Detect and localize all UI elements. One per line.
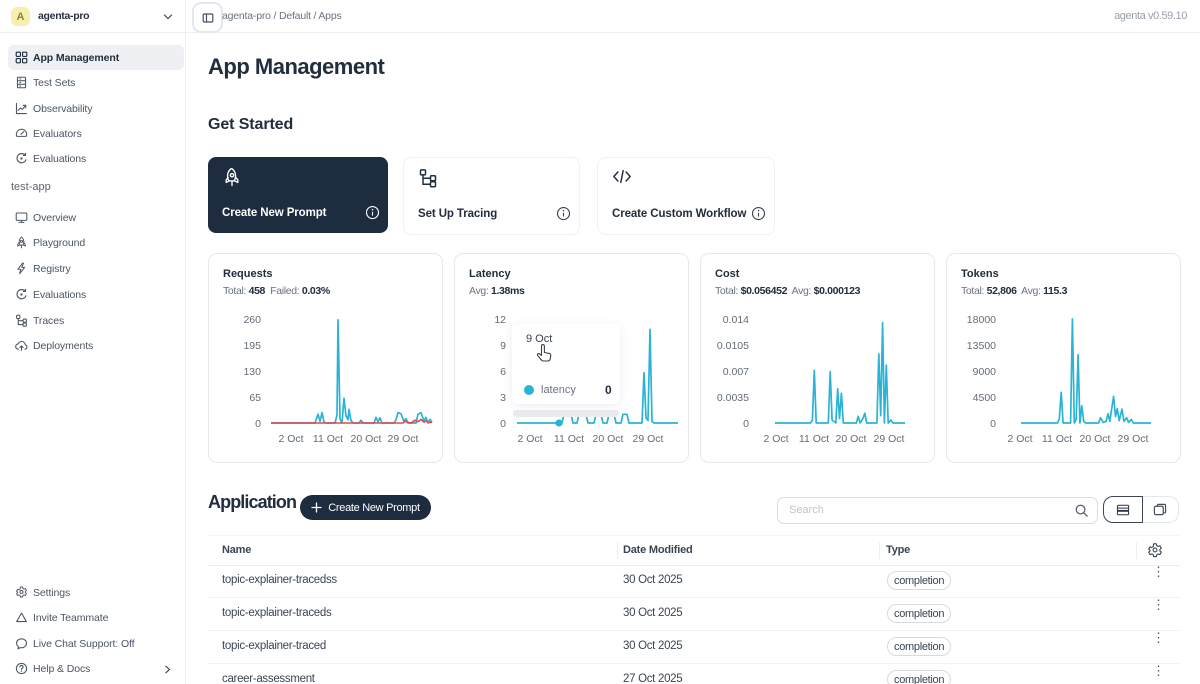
svg-text:4500: 4500	[973, 392, 997, 404]
svg-text:195: 195	[243, 340, 261, 352]
svg-text:65: 65	[249, 392, 261, 404]
svg-text:9000: 9000	[973, 366, 997, 378]
svg-text:0.0105: 0.0105	[717, 340, 749, 352]
svg-text:0.0035: 0.0035	[717, 392, 749, 404]
svg-text:0.014: 0.014	[723, 314, 749, 326]
svg-text:29 Oct: 29 Oct	[633, 433, 664, 445]
svg-text:130: 130	[243, 366, 261, 378]
svg-text:2 Oct: 2 Oct	[517, 433, 542, 445]
svg-text:11 Oct: 11 Oct	[1042, 433, 1072, 445]
svg-text:2 Oct: 2 Oct	[278, 433, 303, 445]
svg-text:20 Oct: 20 Oct	[593, 433, 624, 445]
svg-text:260: 260	[243, 314, 261, 326]
svg-text:11 Oct: 11 Oct	[554, 433, 584, 445]
svg-text:11 Oct: 11 Oct	[799, 433, 829, 445]
svg-text:0: 0	[990, 418, 996, 430]
svg-text:29 Oct: 29 Oct	[874, 433, 905, 445]
svg-text:0: 0	[500, 418, 506, 430]
svg-text:13500: 13500	[967, 340, 996, 352]
svg-text:20 Oct: 20 Oct	[1080, 433, 1111, 445]
svg-text:11 Oct: 11 Oct	[313, 433, 343, 445]
svg-text:29 Oct: 29 Oct	[388, 433, 419, 445]
svg-text:12: 12	[494, 314, 506, 326]
svg-text:20 Oct: 20 Oct	[351, 433, 382, 445]
svg-text:2 Oct: 2 Oct	[763, 433, 788, 445]
svg-text:3: 3	[500, 392, 506, 404]
svg-text:20 Oct: 20 Oct	[836, 433, 867, 445]
svg-text:0: 0	[255, 418, 261, 430]
svg-text:18000: 18000	[967, 314, 996, 326]
svg-text:29 Oct: 29 Oct	[1118, 433, 1149, 445]
svg-text:9: 9	[500, 340, 506, 352]
svg-text:6: 6	[500, 366, 506, 378]
svg-text:2 Oct: 2 Oct	[1007, 433, 1032, 445]
svg-text:0.007: 0.007	[723, 366, 749, 378]
svg-text:0: 0	[743, 418, 749, 430]
